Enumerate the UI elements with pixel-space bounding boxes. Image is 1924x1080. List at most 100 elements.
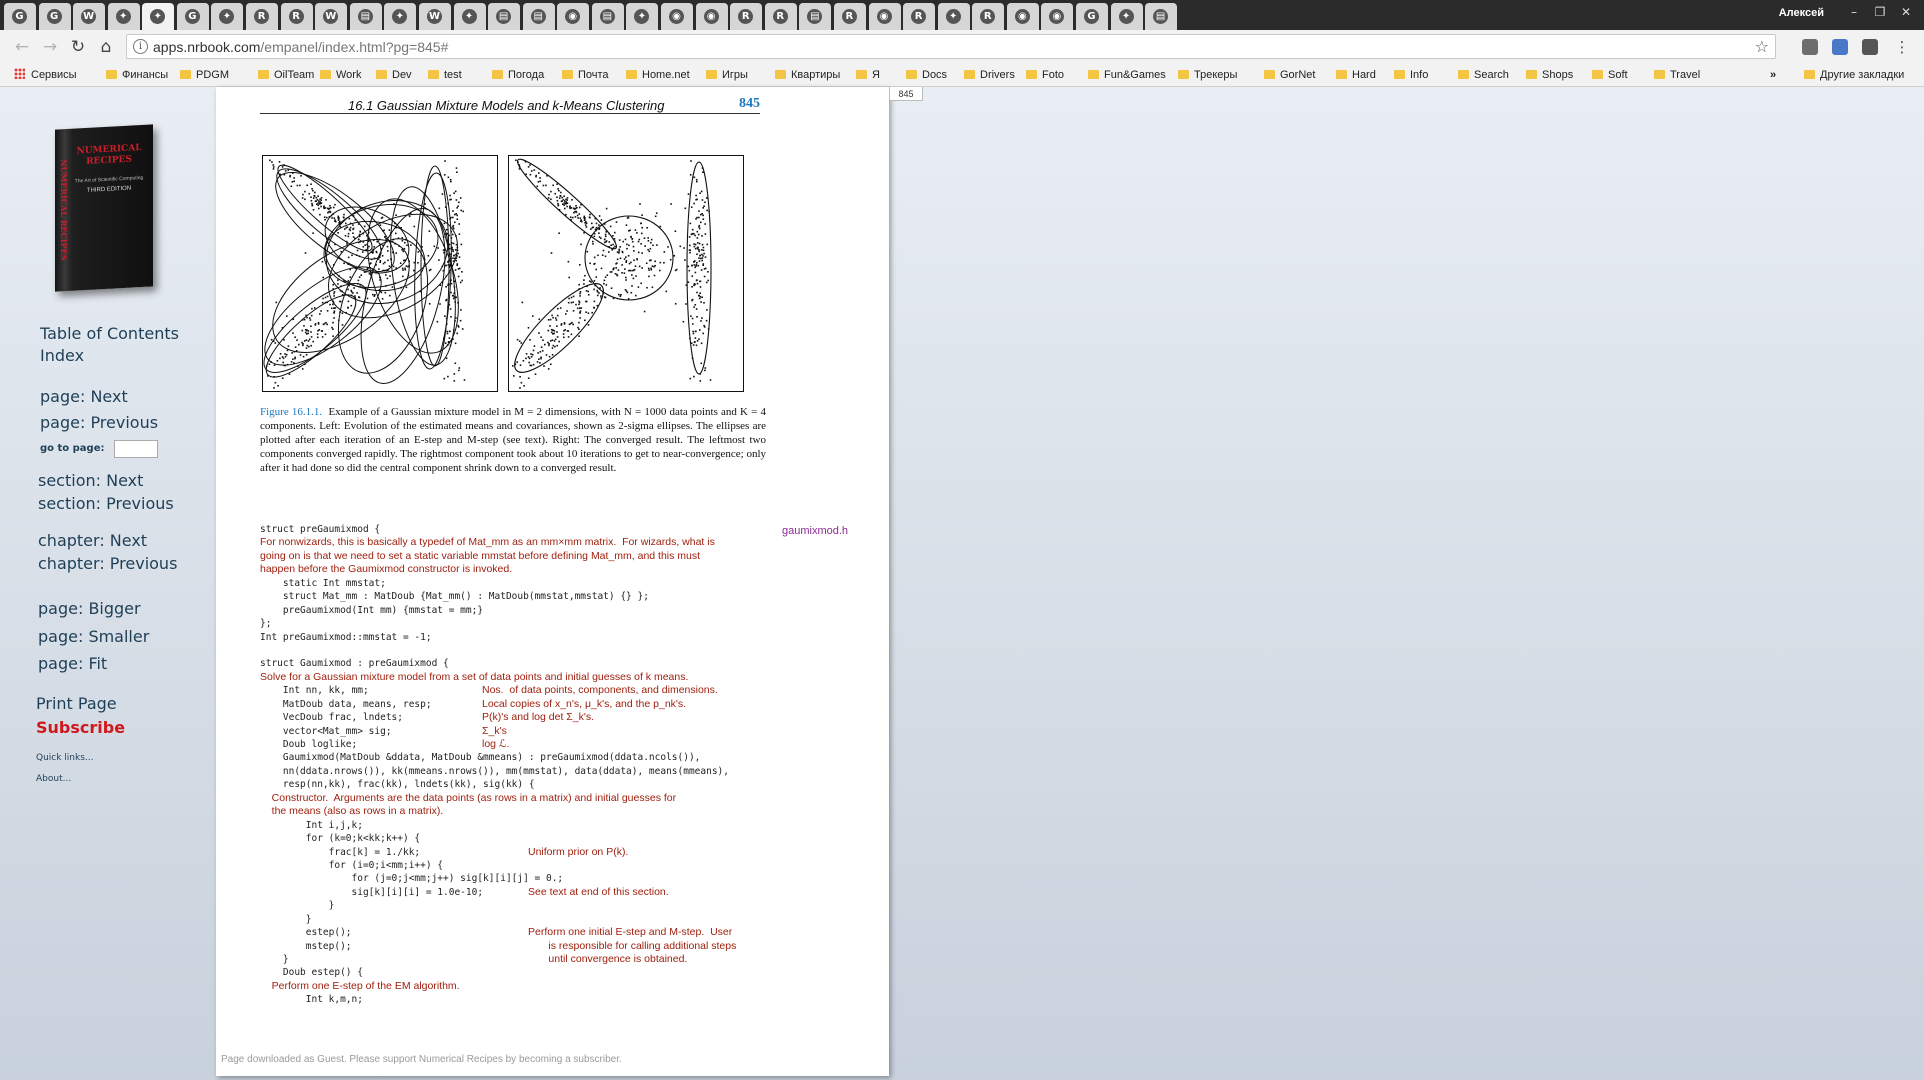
url-text[interactable]: apps.nrbook.com/empanel/index.html?pg=84…: [153, 39, 448, 55]
page-next-link[interactable]: page: Next: [40, 387, 128, 406]
bookmark-folder[interactable]: Квартиры: [775, 68, 840, 82]
close-icon[interactable]: ✕: [1896, 4, 1916, 20]
bookmark-folder[interactable]: Hard: [1336, 68, 1376, 82]
bookmark-folder[interactable]: Финансы: [106, 68, 168, 82]
browser-tab[interactable]: ▤: [522, 3, 555, 30]
bookmark-star-icon[interactable]: ☆: [1755, 37, 1769, 56]
bookmark-folder[interactable]: Я: [856, 68, 880, 82]
code-comment-line: Constructor. Arguments are the data poin…: [260, 792, 820, 805]
browser-tab[interactable]: ✦: [626, 3, 659, 30]
browser-tab[interactable]: ▤: [488, 3, 521, 30]
browser-tab[interactable]: ◉: [557, 3, 590, 30]
bookmark-folder[interactable]: Foto: [1026, 68, 1064, 82]
browser-tab[interactable]: R: [972, 3, 1005, 30]
browser-tab[interactable]: ▤: [799, 3, 832, 30]
bookmark-folder[interactable]: Почта: [562, 68, 609, 82]
maximize-icon[interactable]: ❐: [1870, 4, 1890, 20]
browser-tab[interactable]: ▤: [1145, 3, 1178, 30]
browser-tab[interactable]: W: [73, 3, 106, 30]
goto-page-input[interactable]: [114, 440, 158, 458]
browser-tab[interactable]: R: [280, 3, 313, 30]
browser-tab[interactable]: G: [1075, 3, 1108, 30]
minimize-icon[interactable]: –: [1844, 4, 1864, 20]
bookmark-folder[interactable]: test: [428, 68, 462, 82]
reload-icon[interactable]: ↻: [66, 36, 90, 58]
browser-tab[interactable]: ✦: [384, 3, 417, 30]
index-link[interactable]: Index: [40, 346, 84, 365]
browser-tab[interactable]: W: [315, 3, 348, 30]
chapter-previous-link[interactable]: chapter: Previous: [38, 554, 177, 573]
address-bar[interactable]: i apps.nrbook.com/empanel/index.html?pg=…: [126, 34, 1776, 59]
browser-tab[interactable]: ◉: [661, 3, 694, 30]
back-arrow-icon[interactable]: ←: [10, 36, 34, 58]
browser-tab[interactable]: R: [246, 3, 279, 30]
bookmark-folder[interactable]: Soft: [1592, 68, 1628, 82]
bookmark-folder[interactable]: Docs: [906, 68, 947, 82]
browser-tab[interactable]: ✦: [211, 3, 244, 30]
page-smaller-link[interactable]: page: Smaller: [38, 627, 149, 646]
info-icon[interactable]: i: [133, 39, 148, 54]
page-number-tab: 845: [889, 87, 923, 101]
bookmark-apps[interactable]: Сервисы: [14, 68, 77, 82]
bookmark-folder[interactable]: Drivers: [964, 68, 1015, 82]
bookmark-folder[interactable]: Travel: [1654, 68, 1700, 82]
bookmark-folder[interactable]: Info: [1394, 68, 1428, 82]
bookmark-other[interactable]: Другие закладки: [1804, 68, 1904, 82]
menu-dots-icon[interactable]: ⋮: [1890, 36, 1914, 58]
code-comment-line: Solve for a Gaussian mixture model from …: [260, 671, 820, 684]
browser-tab[interactable]: ◉: [1006, 3, 1039, 30]
bookmark-folder[interactable]: Work: [320, 68, 361, 82]
bookmark-folder[interactable]: Fun&Games: [1088, 68, 1166, 82]
forward-arrow-icon[interactable]: →: [38, 36, 62, 58]
bookmark-folder[interactable]: OilTeam: [258, 68, 314, 82]
browser-tab[interactable]: ✦: [142, 3, 175, 30]
browser-tab[interactable]: R: [903, 3, 936, 30]
section-previous-link[interactable]: section: Previous: [38, 494, 174, 513]
print-page-link[interactable]: Print Page: [36, 694, 117, 713]
bookmark-folder[interactable]: Погода: [492, 68, 544, 82]
code-text: resp(nn,kk), frac(kk), lndets(kk), sig(k…: [260, 779, 535, 791]
browser-tab[interactable]: ◉: [868, 3, 901, 30]
code-line: estep(); Perform one initial E-step and M…: [260, 926, 820, 939]
bookmark-folder[interactable]: Игры: [706, 68, 748, 82]
bookmark-folder[interactable]: Трекеры: [1178, 68, 1237, 82]
folder-icon: [428, 70, 439, 79]
browser-tab[interactable]: R: [764, 3, 797, 30]
bookmarks-overflow[interactable]: »: [1770, 68, 1776, 82]
bookmark-folder[interactable]: GorNet: [1264, 68, 1315, 82]
subscribe-link[interactable]: Subscribe: [36, 718, 125, 737]
browser-tab[interactable]: ▤: [591, 3, 624, 30]
browser-tab[interactable]: G: [38, 3, 71, 30]
browser-tab[interactable]: G: [176, 3, 209, 30]
page-bigger-link[interactable]: page: Bigger: [38, 599, 141, 618]
translate-icon[interactable]: [1832, 39, 1848, 55]
extension-icon[interactable]: [1802, 39, 1818, 55]
browser-tab[interactable]: ◉: [695, 3, 728, 30]
browser-tab[interactable]: R: [833, 3, 866, 30]
browser-tab[interactable]: ✦: [937, 3, 970, 30]
page-previous-link[interactable]: page: Previous: [40, 413, 158, 432]
quick-links[interactable]: Quick links...: [36, 753, 94, 763]
bookmark-folder[interactable]: Home.net: [626, 68, 690, 82]
browser-tab[interactable]: ◉: [1041, 3, 1074, 30]
about-link[interactable]: About...: [36, 774, 71, 784]
bookmark-folder[interactable]: Shops: [1526, 68, 1573, 82]
tab-favicon-icon: G: [12, 9, 27, 24]
profile-name[interactable]: Алексей: [1779, 7, 1824, 19]
browser-tab[interactable]: ✦: [453, 3, 486, 30]
browser-tab[interactable]: ▤: [349, 3, 382, 30]
browser-tab[interactable]: R: [730, 3, 763, 30]
home-icon[interactable]: ⌂: [94, 36, 118, 58]
browser-tab[interactable]: ✦: [107, 3, 140, 30]
browser-tab[interactable]: W: [418, 3, 451, 30]
page-fit-link[interactable]: page: Fit: [38, 654, 107, 673]
bookmark-folder[interactable]: Search: [1458, 68, 1509, 82]
bookmark-folder[interactable]: Dev: [376, 68, 412, 82]
toc-link[interactable]: Table of Contents: [40, 324, 179, 343]
extension-shield-icon[interactable]: [1862, 39, 1878, 55]
chapter-next-link[interactable]: chapter: Next: [38, 531, 147, 550]
bookmark-folder[interactable]: PDGM: [180, 68, 229, 82]
browser-tab[interactable]: ✦: [1110, 3, 1143, 30]
browser-tab[interactable]: G: [4, 3, 36, 30]
section-next-link[interactable]: section: Next: [38, 471, 143, 490]
